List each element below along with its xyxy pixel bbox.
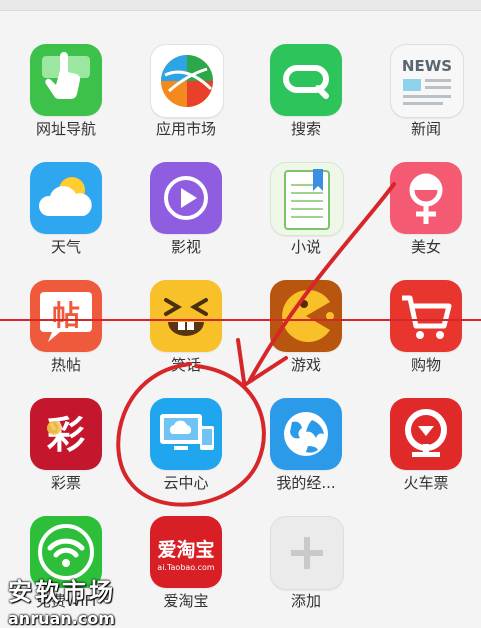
taobao-icon: 爱淘宝 ai.Taobao.com: [150, 516, 222, 588]
female-icon: [390, 162, 462, 234]
taobao-subtext: ai.Taobao.com: [157, 563, 215, 572]
app-label: 爱淘宝: [163, 592, 209, 610]
globe-icon: [270, 398, 342, 470]
app-grid: 网址导航 应用市场 搜索 NEWS 新闻 天气 影视 小说 美女 帖 热帖 笑话…: [0, 0, 481, 627]
app-jokes[interactable]: 笑话: [125, 236, 245, 374]
colorful-ball-icon: [150, 44, 224, 118]
hot-post-text: 帖: [52, 299, 80, 332]
app-beauty[interactable]: 美女: [365, 118, 481, 256]
app-games[interactable]: 游戏: [245, 236, 365, 374]
app-cloud-center[interactable]: 云中心: [125, 354, 245, 492]
notebook-icon: [270, 162, 344, 236]
app-train-ticket[interactable]: 火车票: [365, 354, 481, 492]
search-q-icon: [270, 44, 342, 116]
lottery-icon: 彩: [30, 398, 102, 470]
app-shopping[interactable]: 购物: [365, 236, 481, 374]
app-search[interactable]: 搜索: [245, 0, 365, 138]
lottery-text: 彩: [47, 413, 85, 457]
play-icon: [150, 162, 222, 234]
hand-pointer-icon: [30, 44, 102, 116]
app-label: 火车票: [403, 474, 449, 492]
app-weather[interactable]: 天气: [5, 118, 125, 256]
app-novel[interactable]: 小说: [245, 118, 365, 256]
train-ticket-icon: [390, 398, 462, 470]
app-market[interactable]: 应用市场: [125, 0, 245, 138]
game-pacman-icon: [270, 280, 342, 352]
taobao-text: 爱淘宝: [157, 538, 214, 561]
hot-post-icon: 帖: [30, 280, 102, 352]
app-label: 添加: [290, 592, 321, 610]
laughing-face-icon: [150, 280, 222, 352]
app-web-navigation[interactable]: 网址导航: [5, 0, 125, 138]
watermark: 安软市场 anruan.com: [8, 572, 116, 628]
app-ai-taobao[interactable]: 爱淘宝 ai.Taobao.com 爱淘宝: [125, 472, 245, 610]
app-video[interactable]: 影视: [125, 118, 245, 256]
app-add[interactable]: 添加: [245, 472, 365, 610]
shopping-cart-icon: [390, 280, 462, 352]
app-lottery[interactable]: 彩 彩票: [5, 354, 125, 492]
add-icon: [270, 516, 344, 590]
newspaper-icon: NEWS: [390, 44, 464, 118]
news-text: NEWS: [402, 57, 452, 75]
app-news[interactable]: NEWS 新闻: [365, 0, 481, 138]
app-my-experience[interactable]: 我的经...: [245, 354, 365, 492]
app-hot-post[interactable]: 帖 热帖: [5, 236, 125, 374]
watermark-line2: anruan.com: [8, 609, 115, 628]
weather-icon: [30, 162, 102, 234]
watermark-line1: 安软市场: [8, 578, 116, 606]
cloud-center-icon: [150, 398, 222, 470]
